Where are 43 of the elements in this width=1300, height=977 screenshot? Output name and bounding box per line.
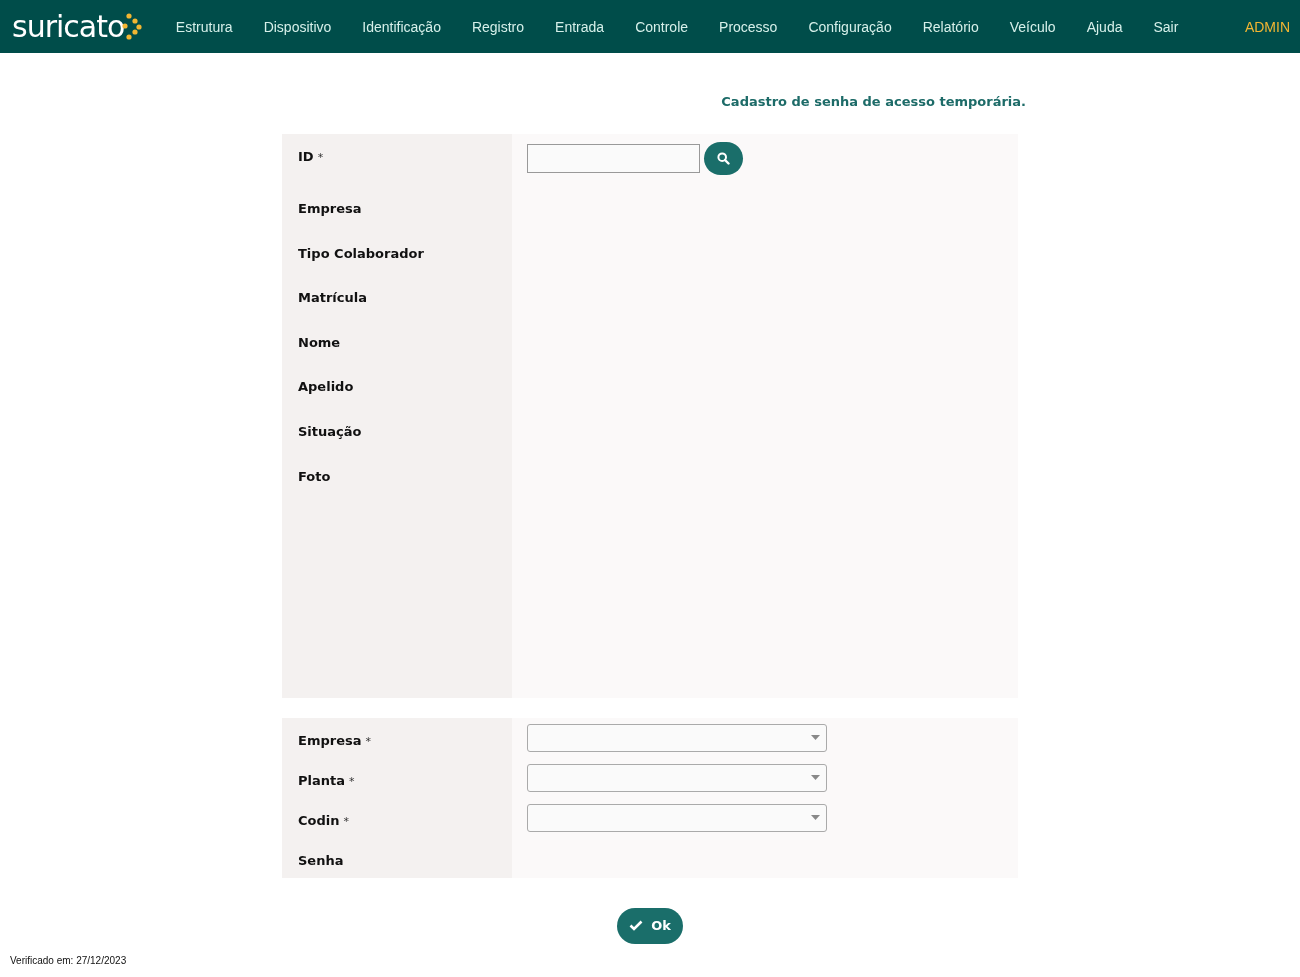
- field-label: Matrícula: [298, 290, 367, 306]
- required-mark: *: [365, 734, 371, 748]
- check-icon: [629, 920, 644, 932]
- field-label: Situação: [298, 423, 362, 439]
- menu-item[interactable]: Controle: [619, 18, 704, 35]
- field-label: Codin: [298, 812, 340, 828]
- search-icon: [717, 152, 730, 165]
- field-label: Tipo Colaborador: [298, 245, 424, 261]
- id-input[interactable]: [527, 144, 700, 173]
- user-name[interactable]: ADMIN: [1244, 18, 1290, 35]
- field-label: Foto: [298, 468, 331, 484]
- page-title: Cadastro de senha de acesso temporária.: [720, 93, 1026, 111]
- required-mark: *: [343, 814, 349, 828]
- menu-item[interactable]: Veículo: [994, 18, 1072, 35]
- required-mark: *: [349, 774, 355, 788]
- field-label: Planta: [298, 772, 345, 788]
- caret-icon: [811, 735, 820, 741]
- field-label: Empresa: [298, 732, 362, 748]
- field-label: Senha: [298, 852, 344, 868]
- menu-item[interactable]: Processo: [703, 18, 793, 35]
- verified-date: Verificado em: 27/12/2023: [9, 953, 128, 966]
- dropdown-field[interactable]: [527, 763, 827, 792]
- dropdown-field[interactable]: [527, 723, 827, 752]
- field-label: Apelido: [298, 379, 354, 395]
- field-label: ID: [298, 149, 314, 164]
- search-button[interactable]: [704, 142, 743, 175]
- logo-text: suricato: [12, 7, 125, 46]
- caret-icon: [811, 815, 820, 821]
- required-mark: *: [317, 151, 324, 164]
- menu-item[interactable]: Configuração: [792, 18, 908, 35]
- menu-item[interactable]: Dispositivo: [248, 18, 347, 35]
- menu-item[interactable]: Estrutura: [160, 18, 249, 35]
- caret-icon: [811, 775, 820, 781]
- menu-item[interactable]: Sair: [1137, 18, 1194, 35]
- field-label: Empresa: [298, 201, 362, 216]
- dropdown-field[interactable]: [527, 803, 827, 832]
- field-label: Nome: [298, 334, 341, 350]
- menu-item[interactable]: Entrada: [539, 18, 620, 35]
- menu-item[interactable]: Identificação: [346, 18, 457, 35]
- menu-item[interactable]: Relatório: [907, 18, 995, 35]
- ok-button[interactable]: Ok: [617, 907, 683, 944]
- menu-item[interactable]: Registro: [456, 18, 540, 35]
- menu-item[interactable]: Ajuda: [1071, 18, 1138, 35]
